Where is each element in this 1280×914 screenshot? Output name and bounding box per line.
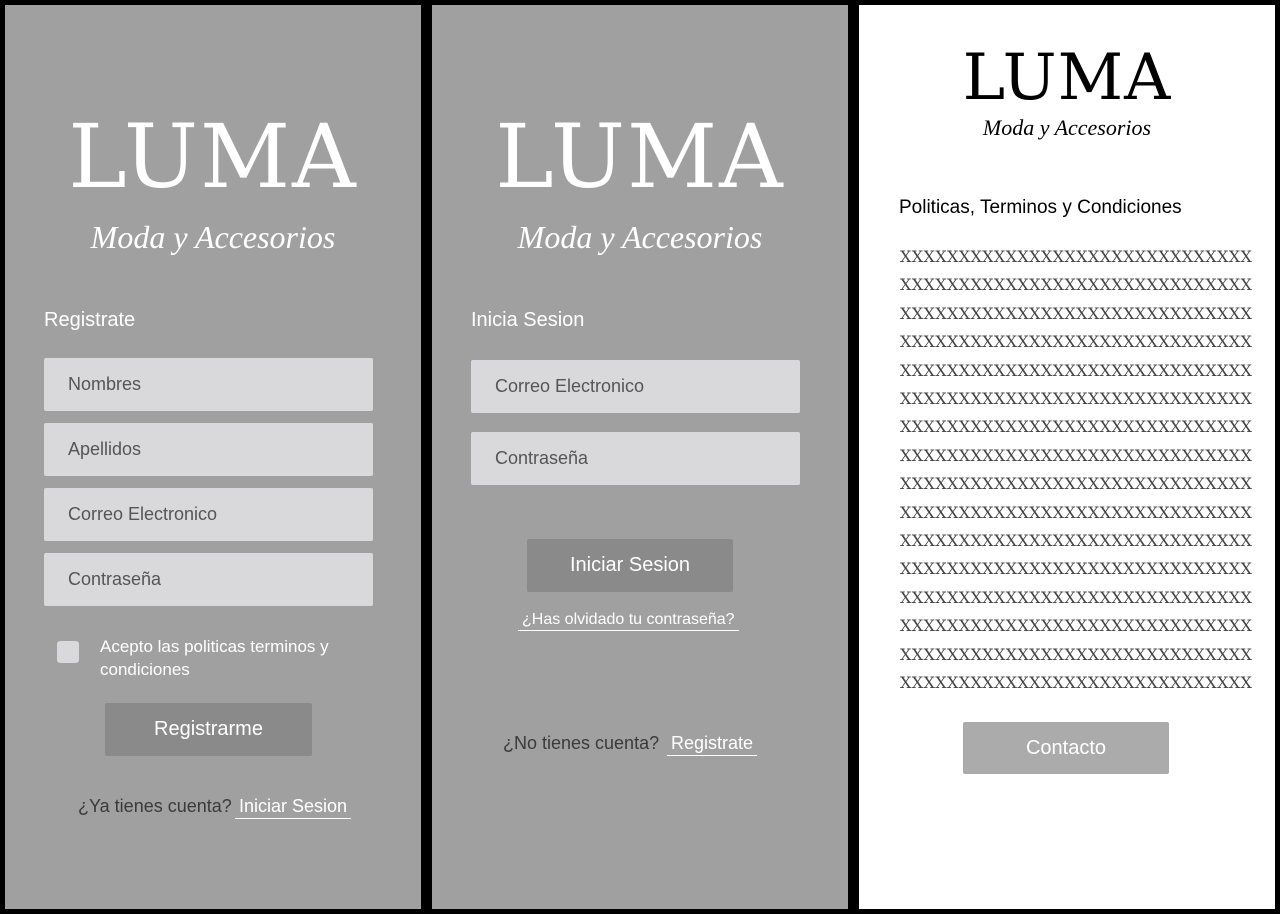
brand-tagline: Moda y Accesorios bbox=[90, 219, 336, 255]
terms-text-line: XXXXXXXXXXXXXXXXXXXXXXXXXXXXXX bbox=[900, 502, 1253, 522]
login-link[interactable]: Iniciar Sesion bbox=[235, 796, 352, 819]
terms-checkbox-label: Acepto las politicas terminos y condicio… bbox=[100, 637, 329, 679]
email-field[interactable]: Correo Electronico bbox=[471, 360, 800, 413]
terms-screen: LUMA Moda y Accesorios Politicas, Termin… bbox=[859, 5, 1275, 909]
brand-logo: LUMA bbox=[962, 41, 1172, 115]
forgot-password-link[interactable]: ¿Has olvidado tu contraseña? bbox=[518, 611, 739, 631]
terms-text-line: XXXXXXXXXXXXXXXXXXXXXXXXXXXXXX bbox=[900, 587, 1253, 607]
first-name-field[interactable]: Nombres bbox=[44, 358, 373, 411]
no-account-text: ¿No tienes cuenta? bbox=[503, 733, 660, 753]
terms-text-line: XXXXXXXXXXXXXXXXXXXXXXXXXXXXXX bbox=[900, 559, 1253, 579]
brand-logo: LUMA bbox=[68, 105, 358, 208]
last-name-field[interactable]: Apellidos bbox=[44, 423, 373, 476]
terms-text-line: XXXXXXXXXXXXXXXXXXXXXXXXXXXXXX bbox=[900, 644, 1253, 664]
terms-title: Politicas, Terminos y Condiciones bbox=[899, 197, 1182, 218]
terms-text-line: XXXXXXXXXXXXXXXXXXXXXXXXXXXXXX bbox=[900, 474, 1253, 494]
terms-text-line: XXXXXXXXXXXXXXXXXXXXXXXXXXXXXX bbox=[900, 445, 1253, 465]
register-title: Registrate bbox=[44, 309, 136, 331]
brand-logo: LUMA bbox=[495, 105, 785, 208]
login-title: Inicia Sesion bbox=[471, 309, 585, 331]
register-link[interactable]: Registrate bbox=[667, 733, 758, 756]
terms-text-line: XXXXXXXXXXXXXXXXXXXXXXXXXXXXXX bbox=[900, 417, 1253, 437]
password-field[interactable]: Contraseña bbox=[44, 553, 373, 606]
terms-text-line: XXXXXXXXXXXXXXXXXXXXXXXXXXXXXX bbox=[900, 360, 1253, 380]
login-button[interactable]: Iniciar Sesion bbox=[527, 539, 733, 592]
terms-text-line: XXXXXXXXXXXXXXXXXXXXXXXXXXXXXX bbox=[900, 332, 1253, 352]
have-account-text: ¿Ya tienes cuenta? bbox=[78, 796, 232, 816]
brand-tagline: Moda y Accesorios bbox=[982, 115, 1152, 140]
password-field[interactable]: Contraseña bbox=[471, 432, 800, 485]
contact-button[interactable]: Contacto bbox=[963, 722, 1169, 774]
brand-tagline: Moda y Accesorios bbox=[517, 219, 763, 255]
terms-checkbox[interactable] bbox=[57, 641, 79, 663]
email-field[interactable]: Correo Electronico bbox=[44, 488, 373, 541]
terms-text-line: XXXXXXXXXXXXXXXXXXXXXXXXXXXXXX bbox=[900, 673, 1253, 692]
terms-text-line: XXXXXXXXXXXXXXXXXXXXXXXXXXXXXX bbox=[900, 247, 1253, 266]
terms-text-line: XXXXXXXXXXXXXXXXXXXXXXXXXXXXXX bbox=[900, 275, 1253, 295]
terms-text-line: XXXXXXXXXXXXXXXXXXXXXXXXXXXXXX bbox=[900, 303, 1253, 323]
register-screen: LUMA Moda y Accesorios Registrate Nombre… bbox=[5, 5, 421, 909]
terms-text-line: XXXXXXXXXXXXXXXXXXXXXXXXXXXXXX bbox=[900, 389, 1253, 408]
register-button[interactable]: Registrarme bbox=[105, 703, 312, 756]
login-screen: LUMA Moda y Accesorios Inicia Sesion Cor… bbox=[432, 5, 848, 909]
terms-text-line: XXXXXXXXXXXXXXXXXXXXXXXXXXXXXX bbox=[900, 616, 1253, 636]
terms-text-line: XXXXXXXXXXXXXXXXXXXXXXXXXXXXXX bbox=[900, 531, 1253, 550]
